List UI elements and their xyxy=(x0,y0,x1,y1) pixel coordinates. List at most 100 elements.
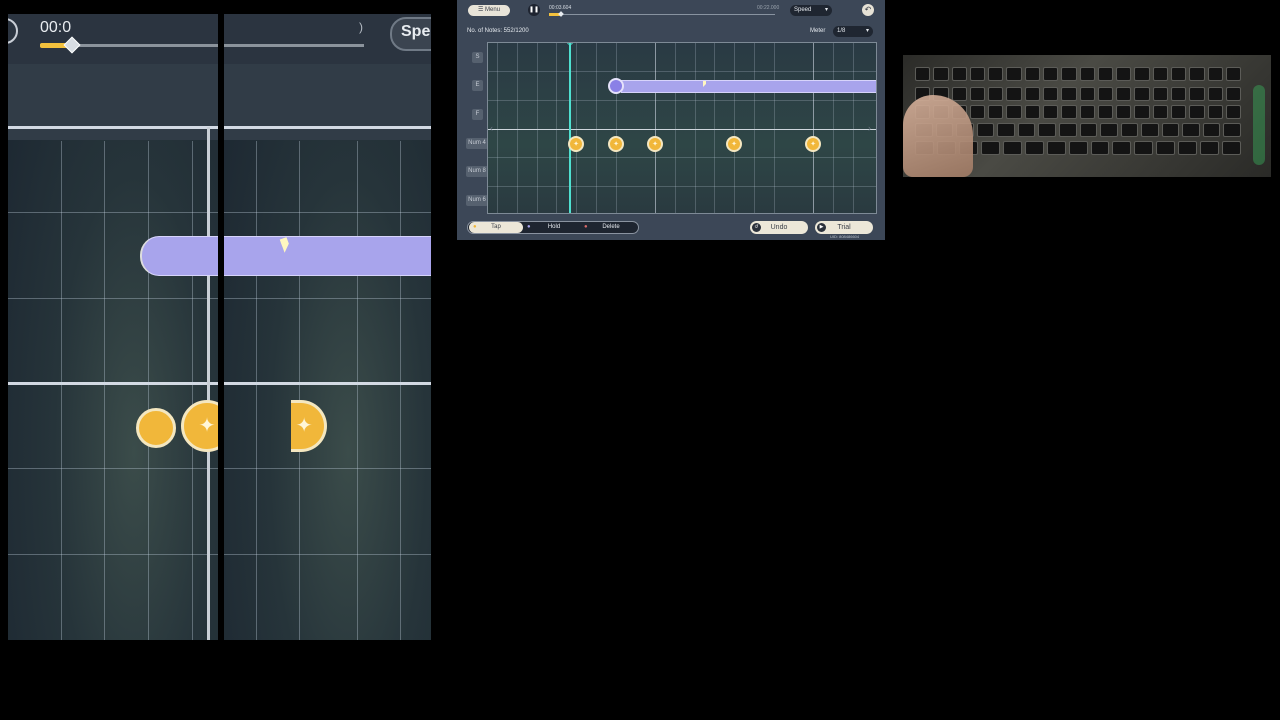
star-icon: ✦ xyxy=(613,140,619,148)
grid-line xyxy=(556,43,557,213)
tap-note[interactable] xyxy=(136,408,176,448)
undo-label: Undo xyxy=(770,224,788,231)
tap-note[interactable]: ✦ xyxy=(608,136,624,152)
tap-note[interactable]: ✦ xyxy=(568,136,584,152)
cursor-icon xyxy=(703,81,706,87)
undo-icon: ↺ xyxy=(752,223,761,232)
notes-count: No. of Notes: 552/1200 xyxy=(467,28,529,34)
note-grid[interactable]: ‹ › ✦ ✦ ✦ ✦ ✦ xyxy=(487,42,877,214)
playhead-line xyxy=(569,43,571,213)
playhead-line xyxy=(207,127,210,640)
zoom-progress-track xyxy=(224,44,364,47)
grid-line xyxy=(61,141,62,640)
tap-note[interactable]: ✦ xyxy=(291,400,327,452)
pause-icon: ❚❚ xyxy=(528,7,540,13)
trial-button[interactable]: ▶ Trial xyxy=(815,221,873,234)
hold-note[interactable] xyxy=(224,236,431,276)
grid-line xyxy=(695,43,696,213)
grid-line xyxy=(813,43,814,213)
star-icon: ✦ xyxy=(573,140,579,148)
meter-dropdown[interactable]: 1/8 ▾ xyxy=(833,26,873,37)
zoom-time-end-glyph: ) xyxy=(359,20,363,34)
trial-label: Trial xyxy=(837,224,851,231)
menu-icon: ☰ xyxy=(477,7,486,13)
tool-hold-label: Hold xyxy=(547,224,561,230)
grid-line xyxy=(224,126,431,129)
grid-line xyxy=(148,141,149,640)
hold-note[interactable] xyxy=(621,80,876,93)
star-icon: ✦ xyxy=(652,140,658,148)
hold-tool-icon: ● xyxy=(527,224,531,230)
tap-note[interactable]: ✦ xyxy=(647,136,663,152)
lane-label-f: F xyxy=(472,109,483,120)
tap-note[interactable]: ✦ xyxy=(726,136,742,152)
uid-label: UID: 808486604 xyxy=(830,234,860,239)
play-icon: ▶ xyxy=(817,223,826,232)
grid-line xyxy=(8,126,218,129)
tool-delete-label: Delete xyxy=(602,224,620,230)
lane-label-num8: Num 8 xyxy=(466,166,488,177)
grid-line xyxy=(488,71,876,72)
grid-line xyxy=(8,554,218,555)
star-icon: ✦ xyxy=(295,415,313,437)
tool-tap[interactable]: ● Tap xyxy=(469,222,523,233)
undo-button[interactable]: ↺ Undo xyxy=(750,221,808,234)
hold-note[interactable] xyxy=(140,236,218,276)
grid-line xyxy=(357,141,358,640)
grid-line xyxy=(596,43,597,213)
lane-label-e: E xyxy=(472,80,483,91)
grid-line xyxy=(400,141,401,640)
grid-line xyxy=(734,43,735,213)
grid-line xyxy=(655,43,656,213)
zoom-speed-label: Spe xyxy=(401,23,431,40)
playhead-marker xyxy=(567,43,573,45)
delete-tool-icon: ● xyxy=(584,224,588,230)
timeline-track[interactable] xyxy=(549,14,775,15)
scroll-right-icon[interactable]: › xyxy=(868,123,871,133)
zoom-time-label: 00:0 xyxy=(40,19,72,36)
grid-line xyxy=(488,129,876,130)
grid-line xyxy=(517,43,518,213)
grid-line xyxy=(714,43,715,213)
scroll-left-icon[interactable]: ‹ xyxy=(490,123,493,133)
star-icon: ✦ xyxy=(731,140,737,148)
grid-line xyxy=(104,141,105,640)
chart-editor-window: ☰ Menu ❚❚ 00:03.604 00:22.000 Speed ▾ ↶ … xyxy=(457,0,885,240)
grid-line xyxy=(754,43,755,213)
tool-delete[interactable]: ● Delete xyxy=(584,222,638,233)
pause-button[interactable]: ❚❚ xyxy=(528,4,540,16)
tap-note[interactable]: ✦ xyxy=(805,136,821,152)
tap-note[interactable]: ✦ xyxy=(181,400,218,452)
zoom-panel-left: 00:0 ✦ xyxy=(8,14,218,640)
lane-label-num6: Num 6 xyxy=(466,195,488,206)
grid-line xyxy=(497,43,498,213)
back-button[interactable]: ↶ xyxy=(862,4,874,16)
tool-hold[interactable]: ● Hold xyxy=(527,222,581,233)
grid-line xyxy=(192,141,193,640)
grid-line xyxy=(576,43,577,213)
hold-note-head[interactable] xyxy=(608,78,624,94)
grid-line xyxy=(8,212,218,213)
back-icon: ↶ xyxy=(864,5,872,14)
grid-line xyxy=(675,43,676,213)
star-icon: ✦ xyxy=(198,415,216,437)
grid-line xyxy=(488,186,876,187)
hand xyxy=(903,95,973,177)
lane-label-num4: Num 4 xyxy=(466,138,488,149)
grid-line xyxy=(488,157,876,158)
grid-line xyxy=(8,468,218,469)
total-time: 00:22.000 xyxy=(757,5,780,11)
speed-dropdown[interactable]: Speed ▾ xyxy=(790,5,832,16)
menu-label: Menu xyxy=(485,7,501,13)
keyboard-row xyxy=(915,87,1242,101)
keyboard-row xyxy=(915,67,1242,81)
meter-label: Meter xyxy=(810,28,826,34)
grid-line xyxy=(256,141,257,640)
menu-button[interactable]: ☰ Menu xyxy=(468,5,510,16)
dropdown-icon: ▾ xyxy=(865,28,869,34)
grid-line xyxy=(616,43,617,213)
grid-line xyxy=(833,43,834,213)
grid-line xyxy=(774,43,775,213)
webcam-keyboard-view xyxy=(903,55,1271,177)
star-icon: ✦ xyxy=(810,140,816,148)
